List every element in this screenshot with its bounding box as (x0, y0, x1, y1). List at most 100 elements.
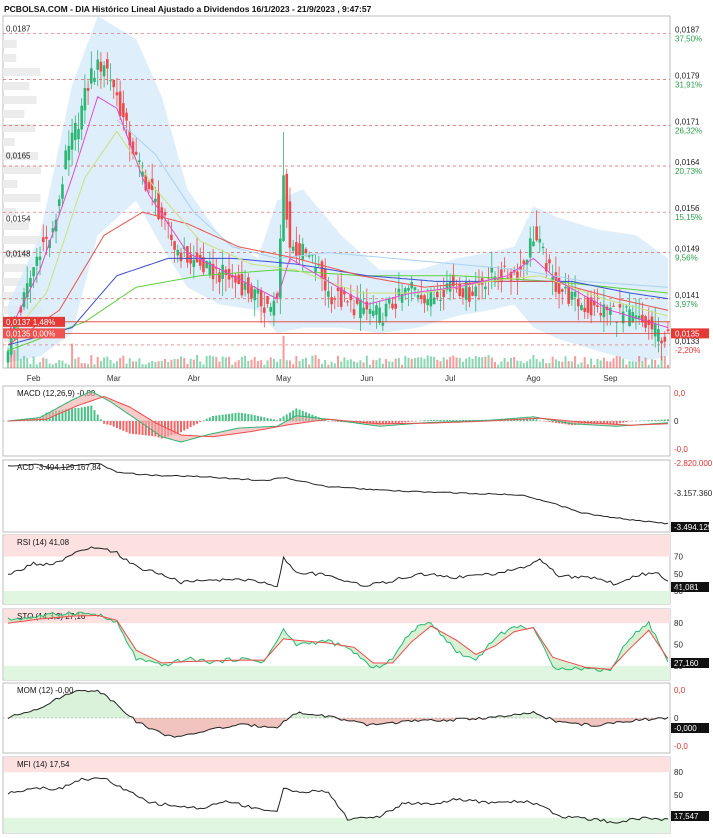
candle-body (176, 249, 180, 256)
macd-histogram-bar (99, 419, 102, 421)
volume-bar (103, 357, 106, 368)
volume-bar (612, 358, 615, 368)
candle-body (387, 299, 391, 304)
right-pct-label: 31,91% (675, 80, 702, 89)
volume-bar (45, 358, 48, 368)
macd-histogram-bar (449, 419, 452, 421)
candle-body (192, 259, 196, 268)
volume-bar (99, 361, 102, 368)
macd-histogram-bar (234, 413, 237, 421)
volume-bar (39, 362, 42, 368)
candle-body (333, 298, 337, 300)
macd-histogram-bar (189, 421, 192, 428)
volume-bar (32, 356, 35, 368)
right-pct-label: 20,73% (675, 167, 702, 176)
macd-histogram-bar (96, 414, 99, 421)
volume-bar (29, 363, 32, 368)
macd-histogram-bar (83, 406, 86, 421)
candle-body (106, 59, 109, 69)
candle-body (240, 273, 244, 296)
volume-bar (288, 360, 291, 368)
candle-body (266, 296, 269, 304)
volume-bar (163, 358, 166, 368)
volume-bar (333, 363, 336, 368)
volume-bar (256, 361, 259, 368)
volume-bar (205, 356, 208, 368)
volume-bar (80, 363, 83, 368)
volume-bar (87, 364, 90, 368)
current-value-label: -3.494.129 (674, 523, 713, 532)
macd-histogram-bar (192, 421, 195, 426)
candle-body (528, 238, 532, 258)
oversold-zone (4, 817, 670, 833)
volume-bar (413, 358, 416, 368)
overbought-zone (4, 535, 670, 557)
volume-bar (580, 362, 583, 368)
macd-histogram-bar (109, 421, 112, 426)
candle-body (301, 243, 305, 260)
candle-body (599, 312, 603, 316)
volume-profile-bar (3, 138, 15, 146)
macd-histogram-bar (215, 415, 218, 421)
volume-bar (192, 359, 195, 368)
volume-bar (657, 364, 660, 368)
volume-bar (506, 361, 509, 368)
volume-bar (144, 364, 147, 368)
macd-histogram-bar (250, 414, 253, 421)
volume-bar (599, 360, 602, 368)
macd-histogram-bar (180, 421, 183, 433)
candle-body (564, 286, 567, 289)
volume-bar (634, 361, 637, 368)
volume-bar (282, 335, 285, 368)
right-price-label: 0,0171 (675, 118, 700, 127)
macd-histogram-bar (221, 414, 224, 421)
candle-body (532, 241, 535, 247)
volume-bar (452, 355, 455, 368)
right-axis-label: 30 (674, 587, 683, 596)
volume-bar (74, 358, 77, 368)
macd-histogram-bar (80, 407, 83, 421)
volume-bar (442, 357, 445, 368)
candle-body (618, 304, 622, 308)
volume-bar (266, 360, 269, 368)
macd-histogram-bar (394, 421, 397, 424)
volume-bar (173, 358, 176, 368)
volume-bar (122, 355, 125, 368)
macd-histogram-bar (272, 419, 275, 421)
candle-body (179, 252, 183, 262)
volume-bar (311, 355, 314, 368)
macd-histogram-bar (128, 421, 131, 434)
volume-bar (497, 364, 500, 368)
x-axis-label: Sep (603, 374, 618, 383)
candle-body (548, 259, 551, 264)
candle-body (304, 248, 308, 254)
right-pct-label: -2,20% (675, 346, 700, 355)
volume-bar (64, 363, 67, 368)
candle-body (122, 103, 125, 118)
candle-body (413, 287, 417, 291)
volume-bar (250, 359, 253, 368)
macd-histogram-bar (667, 419, 669, 421)
volume-bar (433, 356, 436, 368)
candle-body (295, 242, 298, 257)
volume-bar (147, 362, 150, 368)
candle-body (221, 264, 224, 279)
volume-profile-bar (3, 82, 30, 90)
volume-bar (365, 355, 368, 368)
volume-bar (554, 359, 557, 368)
right-pct-label: 3,97% (675, 300, 698, 309)
right-axis-label: -3.157.360 (674, 489, 713, 498)
candle-body (125, 112, 128, 121)
macd-histogram-bar (93, 410, 96, 421)
volume-bar (535, 359, 538, 368)
volume-bar (449, 356, 452, 368)
volume-bar (401, 364, 404, 368)
candle-body (269, 306, 273, 312)
volume-bar (606, 361, 609, 368)
volume-bar (269, 357, 272, 368)
candle-body (362, 307, 365, 314)
volume-bar (622, 358, 625, 368)
candle-body (154, 198, 157, 203)
volume-bar (638, 356, 641, 368)
macd-histogram-bar (125, 421, 128, 433)
